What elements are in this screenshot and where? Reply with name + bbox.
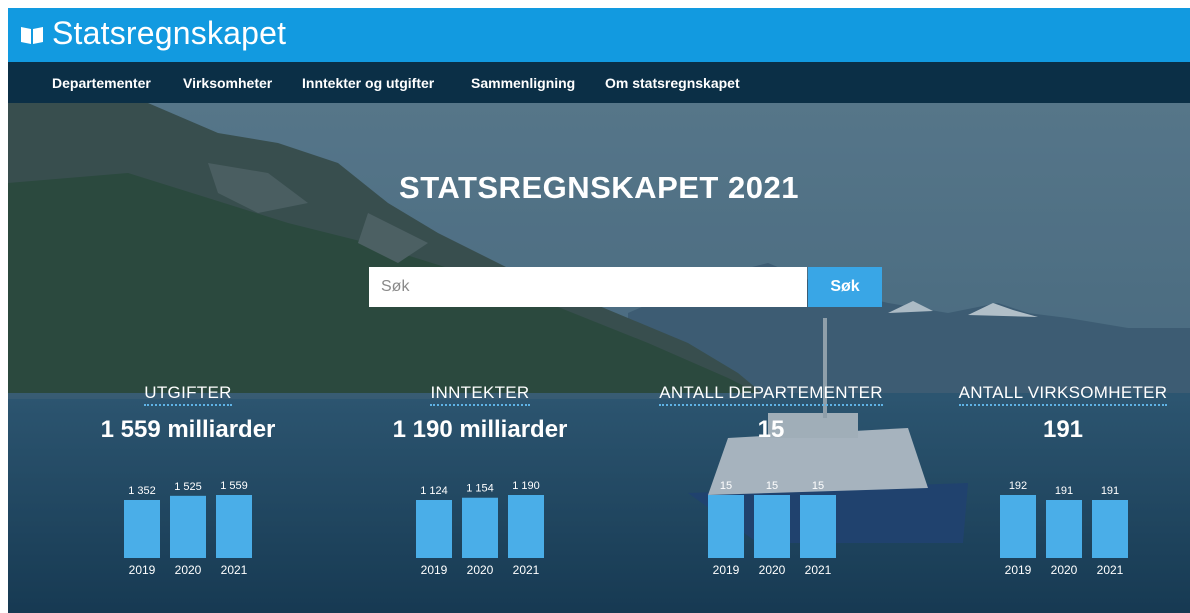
utgifter-year-label-2020: 2020 [175,563,202,577]
stat-label-departementer[interactable]: ANTALL DEPARTEMENTER [659,383,883,406]
departementer-mini-chart: 15 2019 15 2020 15 2021 [708,480,836,577]
virksomheter-value-label-2021: 191 [1101,485,1119,497]
virksomheter-value-label-2019: 192 [1009,480,1027,492]
inntekter-year-label-2020: 2020 [467,563,494,577]
departementer-value-label-2020: 15 [766,480,778,492]
stat-value-departementer: 15 [757,416,785,443]
nav-item-inntekter-og-utgifter[interactable]: Inntekter og utgifter [302,75,434,91]
nav-item-virksomheter[interactable]: Virksomheter [183,75,272,91]
virksomheter-year-label-2020: 2020 [1051,563,1078,577]
departementer-year-label-2020: 2020 [759,563,786,577]
stat-label-utgifter[interactable]: UTGIFTER [144,383,232,406]
search-button[interactable]: Søk [808,267,882,307]
stat-inntekter: INNTEKTER 1 190 milliarder [335,383,625,444]
departementer-bar-2021 [800,495,836,558]
utgifter-value-label-2020: 1 525 [174,481,202,493]
virksomheter-mini-chart: 192 2019 191 2020 191 2021 [1000,480,1128,577]
utgifter-year-label-2019: 2019 [129,563,156,577]
virksomheter-bar-2019 [1000,495,1036,558]
virksomheter-year-label-2021: 2021 [1097,563,1124,577]
utgifter-mini-chart: 1 352 2019 1 525 2020 1 559 2021 [124,480,252,577]
stat-value-inntekter: 1 190 milliarder [392,416,568,443]
departementer-bar-2020 [754,495,790,558]
departementer-year-label-2019: 2019 [713,563,740,577]
utgifter-year-label-2021: 2021 [221,563,248,577]
page-frame: Statsregnskapet Departementer Virksomhet… [8,8,1190,613]
stat-label-inntekter[interactable]: INNTEKTER [430,383,530,406]
inntekter-year-label-2021: 2021 [513,563,540,577]
departementer-value-label-2019: 15 [720,480,732,492]
inntekter-year-label-2019: 2019 [421,563,448,577]
stat-utgifter: UTGIFTER 1 559 milliarder [43,383,333,444]
nav-item-om-statsregnskapet[interactable]: Om statsregnskapet [605,75,740,91]
virksomheter-value-label-2020: 191 [1055,485,1073,497]
site-title-link[interactable]: Statsregnskapet [52,15,286,52]
virksomheter-bar-2020 [1046,500,1082,558]
stat-value-virksomheter: 191 [1042,416,1084,443]
nav-item-departementer[interactable]: Departementer [52,75,151,91]
inntekter-value-label-2021: 1 190 [512,480,540,492]
stat-departementer: ANTALL DEPARTEMENTER 15 [626,383,916,444]
inntekter-value-label-2019: 1 124 [420,485,448,497]
utgifter-value-label-2021: 1 559 [220,480,248,492]
hero-section: STATSREGNSKAPET 2021 Søk UTGIFTER 1 559 … [8,103,1190,613]
inntekter-bar-2020 [462,497,498,558]
stat-value-utgifter: 1 559 milliarder [100,416,276,443]
site-header: Statsregnskapet [8,8,1190,62]
departementer-value-label-2021: 15 [812,480,824,492]
utgifter-bar-2020 [170,495,206,558]
inntekter-bar-2019 [416,500,452,558]
main-navigation: Departementer Virksomheter Inntekter og … [8,62,1190,103]
departementer-year-label-2021: 2021 [805,563,832,577]
departementer-bar-2019 [708,495,744,558]
nav-item-sammenligning[interactable]: Sammenligning [471,75,575,91]
virksomheter-year-label-2019: 2019 [1005,563,1032,577]
utgifter-bar-2021 [216,495,252,558]
inntekter-value-label-2020: 1 154 [466,483,494,495]
utgifter-value-label-2019: 1 352 [128,485,156,497]
utgifter-bar-2019 [124,500,160,558]
hero-title: STATSREGNSKAPET 2021 [399,170,799,205]
open-book-icon [21,27,43,44]
inntekter-bar-2021 [508,495,544,558]
search-input[interactable] [369,267,807,307]
stat-label-virksomheter[interactable]: ANTALL VIRKSOMHETER [958,383,1168,406]
virksomheter-bar-2021 [1092,500,1128,558]
stat-virksomheter: ANTALL VIRKSOMHETER 191 [918,383,1190,444]
inntekter-mini-chart: 1 124 2019 1 154 2020 1 190 2021 [416,480,544,577]
